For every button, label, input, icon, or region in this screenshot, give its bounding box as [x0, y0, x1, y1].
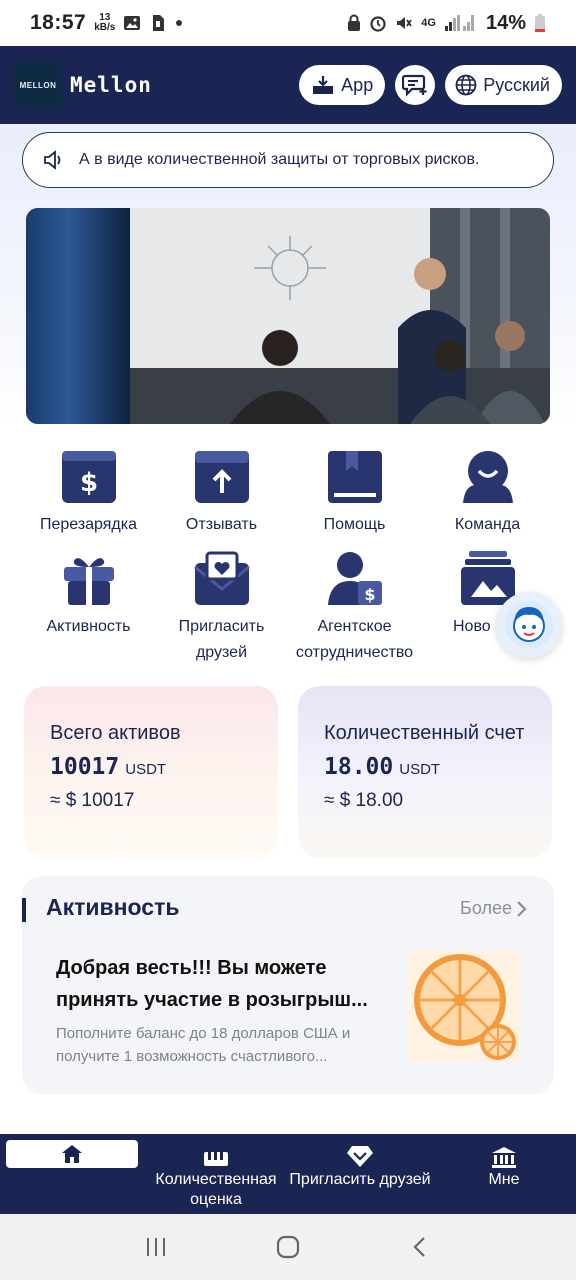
messages-button[interactable]	[395, 65, 436, 105]
help-book-icon	[327, 451, 382, 503]
signal-icon	[444, 15, 474, 31]
action-invite[interactable]: Пригласить друзей	[155, 548, 288, 666]
gift-icon	[63, 558, 114, 605]
svg-text:$: $	[79, 468, 97, 498]
tab-invite[interactable]: Пригласить друзей	[288, 1134, 432, 1214]
action-help[interactable]: Помощь	[288, 446, 421, 538]
tab-me-label: Мне	[488, 1171, 520, 1188]
total-assets-amount: 10017 USDT	[50, 754, 252, 780]
system-nav-bar	[0, 1214, 576, 1280]
message-add-icon	[402, 74, 427, 97]
quant-account-approx: ≈ $ 18.00	[324, 790, 404, 811]
alarm-icon	[370, 16, 386, 32]
action-team[interactable]: Команда	[421, 446, 554, 538]
quant-account-card[interactable]: Количественный счет 18.00 USDT ≈ $ 18.00	[298, 686, 552, 858]
notice-text: А в виде количественной защиты от торгов…	[79, 151, 480, 168]
tab-home[interactable]	[0, 1134, 144, 1214]
home-icon	[62, 1145, 82, 1163]
tab-quant[interactable]: Количественная оценка	[144, 1134, 288, 1214]
tab-me[interactable]: Мне	[432, 1134, 576, 1214]
section-accent-bar	[22, 898, 26, 922]
status-bar: 18:57 13 kB/s 4G 14%	[0, 0, 576, 46]
tab-home-active-indicator	[6, 1140, 138, 1168]
app-button-label: App	[341, 74, 374, 95]
dot-icon	[176, 20, 183, 26]
action-recharge-label: Перезарядка	[39, 516, 138, 533]
chevron-right-icon	[517, 900, 527, 917]
total-assets-unit: USDT	[125, 761, 167, 778]
status-time: 18:57	[30, 11, 87, 34]
net-speed: 13 kB/s	[94, 13, 115, 33]
total-assets-value: 10017	[50, 754, 120, 780]
quant-account-unit: USDT	[399, 761, 441, 778]
action-team-label: Команда	[454, 516, 521, 533]
battery-icon	[535, 14, 545, 32]
recharge-icon: $	[61, 451, 116, 503]
activity-more-link[interactable]: Более	[460, 898, 528, 919]
banner-meeting-image	[130, 208, 550, 424]
home-circle-icon[interactable]	[275, 1234, 301, 1260]
gallery-icon	[124, 16, 141, 30]
action-help-label: Помощь	[323, 516, 386, 533]
action-activity[interactable]: Активность	[22, 548, 155, 640]
total-assets-card[interactable]: Всего активов 10017 USDT ≈ $ 10017	[24, 686, 278, 858]
support-agent-icon	[505, 601, 553, 649]
language-selector[interactable]: Русский	[445, 65, 562, 105]
action-recharge[interactable]: $ Перезарядка	[22, 446, 155, 538]
speaker-icon	[44, 150, 61, 170]
bank-icon	[492, 1147, 516, 1168]
agent-icon: $	[327, 552, 382, 605]
app-logo: MELLON	[14, 61, 62, 109]
more-label: Более	[460, 898, 512, 918]
quant-account-value: 18.00	[324, 754, 394, 780]
wheel-illustration	[414, 954, 516, 1060]
download-icon	[313, 76, 334, 94]
action-agent[interactable]: $ Агентское сотрудничество	[288, 548, 421, 666]
lucky-wheel-image[interactable]	[408, 950, 520, 1062]
lock-icon	[348, 14, 361, 31]
language-label: Русский	[483, 74, 550, 95]
promo-banner[interactable]	[26, 208, 550, 424]
sim-icon	[153, 15, 165, 31]
withdraw-icon	[194, 451, 249, 503]
app-header: MELLON Mellon App Русский	[0, 46, 576, 124]
banner-left-image	[26, 208, 130, 424]
mute-icon	[397, 17, 413, 29]
customer-support-button[interactable]	[496, 592, 562, 658]
svg-text:$: $	[364, 585, 375, 604]
notice-marquee[interactable]: А в виде количественной защиты от торгов…	[22, 132, 554, 188]
action-withdraw[interactable]: Отзывать	[155, 446, 288, 538]
banner-illustration	[130, 208, 550, 424]
tab-invite-label: Пригласить друзей	[289, 1171, 431, 1188]
recent-apps-icon[interactable]	[144, 1235, 168, 1259]
net-speed-unit: kB/s	[94, 22, 116, 33]
download-app-button[interactable]: App	[299, 65, 386, 105]
quant-account-title: Количественный счет	[324, 722, 525, 744]
total-assets-title: Всего активов	[50, 722, 181, 744]
news-description: Пополните баланс до 18 долларов США и по…	[56, 1025, 351, 1065]
globe-icon	[455, 74, 477, 96]
tab-quant-label: Количественная оценка	[155, 1171, 277, 1208]
network-type: 4G	[421, 17, 436, 29]
action-activity-label: Активность	[46, 618, 131, 635]
invite-diamond-icon	[347, 1146, 373, 1167]
team-icon	[462, 451, 513, 503]
back-icon[interactable]	[408, 1235, 432, 1259]
action-invite-label: Пригласить друзей	[178, 618, 265, 661]
news-title[interactable]: Добрая весть!!! Вы можете принять участи…	[56, 952, 396, 1016]
quant-account-amount: 18.00 USDT	[324, 754, 526, 780]
activity-section: Активность Более Добрая весть!!! Вы може…	[22, 876, 554, 1094]
activity-title: Активность	[46, 894, 180, 920]
total-assets-approx: ≈ $ 10017	[50, 790, 135, 811]
app-name: Mellon	[70, 73, 152, 97]
action-withdraw-label: Отзывать	[185, 516, 258, 533]
invite-envelope-icon	[193, 551, 250, 605]
battery-level: 14%	[485, 11, 526, 34]
logo-text: MELLON	[19, 80, 57, 90]
action-agent-label: Агентское сотрудничество	[295, 618, 414, 661]
quant-icon	[204, 1152, 228, 1166]
bottom-tab-bar: Количественная оценка Пригласить друзей …	[0, 1134, 576, 1214]
